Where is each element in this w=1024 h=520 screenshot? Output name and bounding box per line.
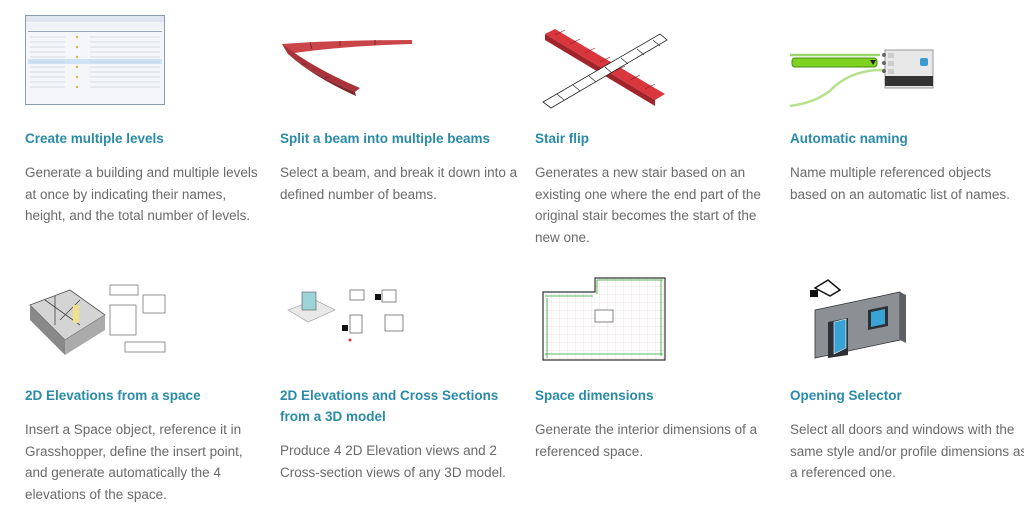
feature-description: Produce 4 2D Elevation views and 2 Cross… [280,443,506,480]
feature-title[interactable]: 2D Elevations and Cross Sections from a … [280,385,520,427]
feature-description: Select a beam, and break it down into a … [280,165,518,202]
split-beam-image [282,40,412,96]
space-elevations-image [29,284,166,355]
stair-flip-image [542,29,668,109]
feature-title[interactable]: Space dimensions [535,385,654,406]
feature-description: Generate the interior dimensions of a re… [535,422,758,459]
feature-description: Insert a Space object, reference it in G… [25,422,243,502]
feature-title[interactable]: Create multiple levels [25,128,164,149]
feature-description: Generates a new stair based on an existi… [535,165,761,245]
feature-title[interactable]: 2D Elevations from a space [25,385,201,406]
levels-table-image [25,15,165,105]
grasshopper-node-image [790,49,934,108]
feature-description: Select all doors and windows with the sa… [790,422,1024,480]
opening-selector-image [810,279,906,359]
feature-description: Generate a building and multiple levels … [25,165,258,223]
model-sections-image [287,289,404,342]
feature-description: Name multiple referenced objects based o… [790,165,1010,202]
space-dimensions-image [542,277,666,361]
feature-title[interactable]: Opening Selector [790,385,902,406]
feature-title[interactable]: Automatic naming [790,128,908,149]
feature-title[interactable]: Split a beam into multiple beams [280,128,490,149]
feature-title[interactable]: Stair flip [535,128,589,149]
